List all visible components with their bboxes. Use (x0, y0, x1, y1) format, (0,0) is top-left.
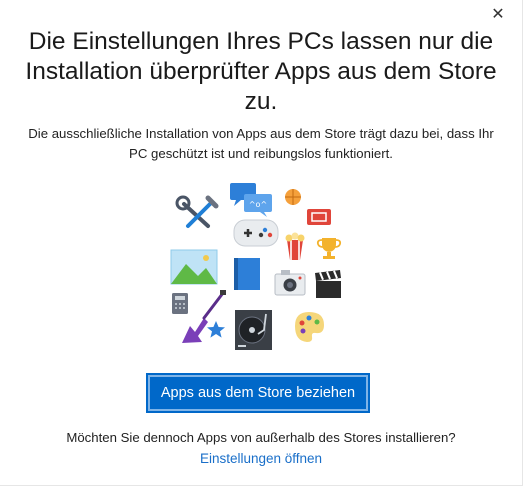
paint-palette-icon (295, 312, 324, 342)
store-only-dialog: ✕ Die Einstellungen Ihres PCs lassen nur… (0, 0, 523, 486)
basketball-icon (285, 189, 301, 205)
landscape-picture-icon (170, 249, 218, 285)
close-icon[interactable]: ✕ (488, 4, 508, 24)
gamepad-icon (233, 219, 279, 247)
dialog-description: Die ausschließliche Installation von App… (28, 126, 494, 161)
dialog-title: Die Einstellungen Ihres PCs lassen nur d… (25, 28, 497, 115)
chat-bubbles-icon: ^o^ (230, 183, 272, 217)
star-icon (207, 321, 225, 338)
camera-icon (274, 270, 306, 296)
book-icon (234, 258, 260, 290)
popcorn-icon (285, 232, 305, 260)
get-apps-from-store-button[interactable]: Apps aus dem Store beziehen (146, 373, 370, 413)
apps-illustration: ^o^ (170, 183, 342, 350)
clapperboard-icon (315, 270, 341, 298)
trophy-icon (316, 238, 342, 259)
calculator-icon (172, 293, 188, 314)
turntable-icon (235, 310, 272, 350)
chat-bubble-text: ^o^ (249, 200, 267, 209)
ticket-icon (307, 209, 331, 225)
open-settings-link[interactable]: Einstellungen öffnen (0, 451, 522, 466)
outside-store-question: Möchten Sie dennoch Apps von außerhalb d… (66, 430, 456, 445)
tools-icon (175, 195, 219, 228)
